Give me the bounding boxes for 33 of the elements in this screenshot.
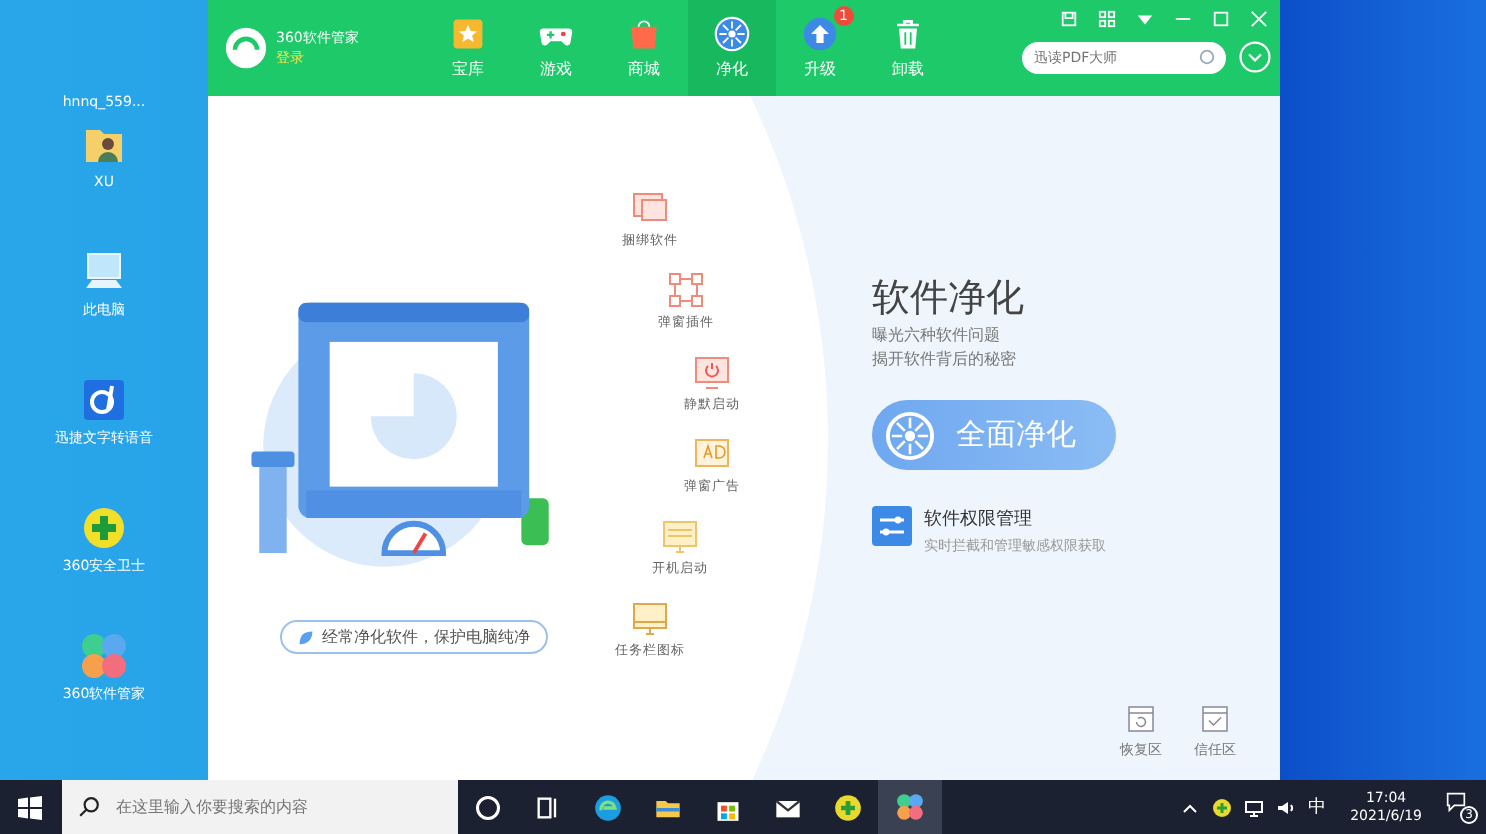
description-line: 揭开软件背后的秘密 — [872, 348, 1018, 372]
message-icon — [1446, 791, 1466, 811]
nav-tab[interactable]: 商城 — [600, 0, 688, 96]
feature-link[interactable]: 软件权限管理 — [924, 506, 1106, 532]
nav-tab[interactable]: 净化 — [688, 0, 776, 96]
check-box-icon[interactable] — [1200, 704, 1230, 734]
pinwheel-icon[interactable] — [878, 780, 942, 834]
app-t-icon[interactable] — [80, 376, 128, 424]
nav-tab[interactable]: 游戏 — [512, 0, 600, 96]
network-icon[interactable] — [1244, 797, 1265, 817]
fan-icon — [884, 409, 936, 461]
input-method-indicator[interactable]: 中 — [1308, 794, 1327, 820]
sliders-icon[interactable] — [872, 506, 912, 546]
section-heading: 软件净化 — [872, 274, 1026, 324]
startup-issue-icon — [660, 516, 700, 556]
plugin-issue-icon — [666, 270, 706, 310]
nav-tab[interactable]: 宝库 — [424, 0, 512, 96]
speaker-icon[interactable] — [1276, 797, 1297, 817]
taskbar-search-field[interactable]: 在这里输入你要搜索的内容 — [62, 780, 458, 834]
windows-start-icon[interactable] — [18, 795, 42, 819]
shield-plus-icon[interactable] — [1212, 797, 1233, 817]
app-logo-icon — [224, 26, 268, 70]
tray-issue-icon — [630, 598, 670, 638]
description-line: 曝光六种软件问题 — [872, 324, 1002, 348]
fan-icon — [714, 16, 750, 52]
search-icon — [1198, 48, 1216, 66]
silent-issue-icon — [692, 352, 732, 392]
leaf-icon — [298, 629, 314, 645]
purify-all-button[interactable]: 全面净化 — [872, 400, 1116, 470]
tip-text: 经常净化软件，保护电脑纯净 — [322, 626, 530, 648]
nav-tab[interactable]: 卸载 — [864, 0, 952, 96]
restore-box-icon[interactable] — [1126, 704, 1156, 734]
shopping-bag-icon — [626, 16, 662, 52]
